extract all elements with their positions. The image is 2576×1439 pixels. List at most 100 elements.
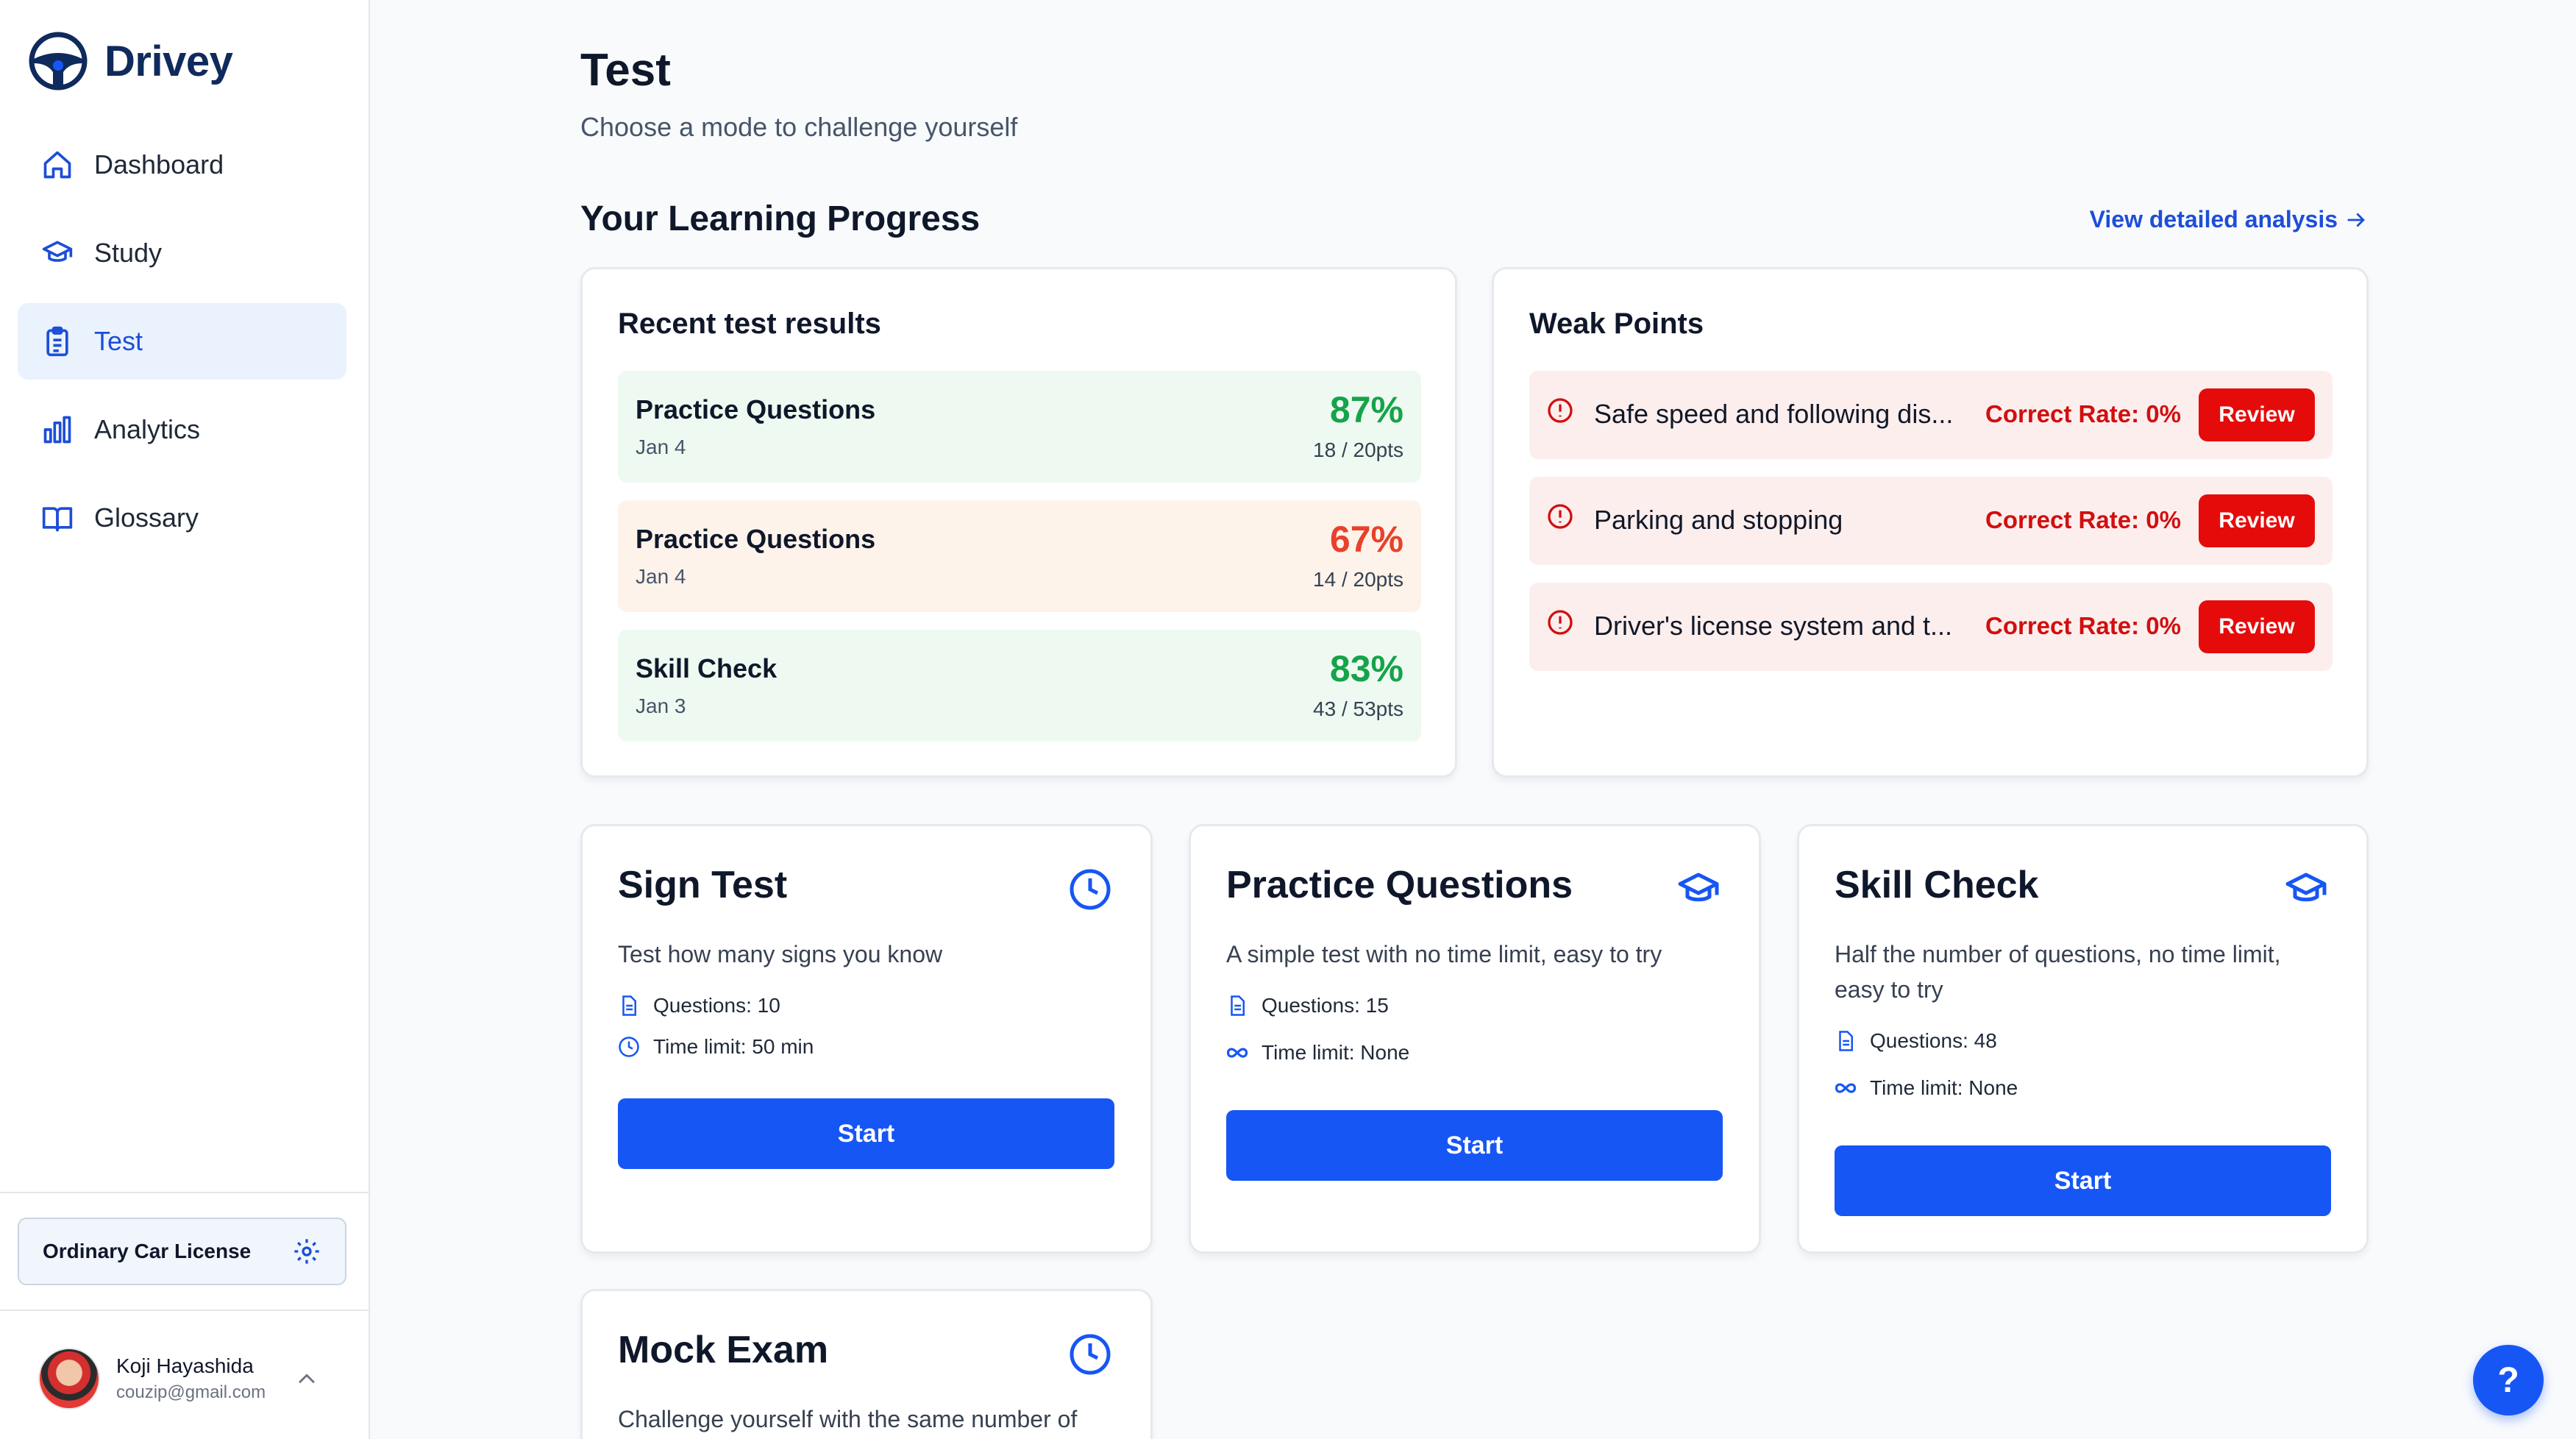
alert-circle-icon <box>1548 504 1573 529</box>
document-icon <box>1231 995 1245 1016</box>
user-name: Koji Hayashida <box>116 1354 254 1377</box>
questions-label: Questions: 48 <box>1870 1029 1997 1052</box>
bar-chart-icon <box>43 416 71 444</box>
practice-questions-card: Practice Questions A simple test with no… <box>1189 824 1761 1254</box>
review-button[interactable]: Review <box>2199 494 2315 547</box>
document-icon <box>622 995 636 1016</box>
sign-test-card: Sign Test Test how many signs you know Q… <box>580 824 1153 1254</box>
help-button[interactable]: ? <box>2473 1345 2544 1415</box>
start-button[interactable]: Start <box>1226 1110 1723 1181</box>
section-title-progress: Your Learning Progress <box>580 199 981 238</box>
result-date: Jan 4 <box>636 565 686 588</box>
mode-title: Sign Test <box>618 864 788 906</box>
result-percent: 83% <box>1329 648 1403 689</box>
result-name: Skill Check <box>636 653 778 683</box>
result-date: Jan 3 <box>636 694 686 717</box>
steering-wheel-logo-icon <box>29 32 88 90</box>
infinity-icon <box>1226 1048 1248 1058</box>
result-row[interactable]: Practice Questions Jan 4 67% 14 / 20pts <box>618 500 1421 612</box>
weak-point-topic: Driver's license system and t... <box>1594 611 1953 641</box>
questions-count: Questions: 10 <box>618 994 780 1017</box>
weak-points-card: Weak Points Safe speed and following dis… <box>1492 267 2369 778</box>
weak-point-rate: Correct Rate: 0% <box>1985 506 2181 533</box>
weak-point-row: Parking and stopping Correct Rate: 0% Re… <box>1529 477 2333 565</box>
result-points: 18 / 20pts <box>1313 438 1403 461</box>
questions-label: Questions: 15 <box>1262 994 1389 1017</box>
weak-point-row: Driver's license system and t... Correct… <box>1529 583 2333 671</box>
sidebar-item-label: Study <box>94 238 163 268</box>
mock-exam-card: Mock Exam Challenge yourself with the sa… <box>580 1289 1153 1439</box>
result-percent: 67% <box>1329 519 1403 560</box>
detail-link-label: View detailed analysis <box>2089 206 2338 232</box>
questions-count: Questions: 15 <box>1226 994 1389 1017</box>
weak-point-rate: Correct Rate: 0% <box>1985 612 2181 639</box>
sidebar-item-test[interactable]: Test <box>18 303 346 380</box>
sidebar-divider <box>0 1192 370 1193</box>
mode-title: Skill Check <box>1835 864 2039 906</box>
sidebar-nav: Dashboard Study Test Analytics Glossary <box>18 127 346 568</box>
sidebar-item-label: Glossary <box>94 502 199 533</box>
infinity-icon <box>1835 1083 1857 1093</box>
questions-count: Questions: 48 <box>1835 1029 1997 1053</box>
skill-check-card: Skill Check Half the number of questions… <box>1797 824 2369 1254</box>
alert-circle-icon <box>1548 610 1573 635</box>
weak-point-row: Safe speed and following dis... Correct … <box>1529 371 2333 459</box>
sidebar-item-label: Dashboard <box>94 149 224 180</box>
questions-label: Questions: 10 <box>653 994 780 1017</box>
sidebar-item-study[interactable]: Study <box>18 215 346 291</box>
sidebar-item-glossary[interactable]: Glossary <box>18 480 346 556</box>
time-limit: Time limit: None <box>1835 1076 2018 1100</box>
home-icon <box>43 151 71 179</box>
start-button[interactable]: Start <box>618 1098 1114 1169</box>
time-limit-label: Time limit: 50 min <box>653 1035 814 1058</box>
license-label: Ordinary Car License <box>43 1240 252 1262</box>
book-icon <box>42 507 73 532</box>
weak-point-rate: Correct Rate: 0% <box>1985 400 2181 427</box>
arrow-right-icon <box>2347 212 2365 227</box>
chevron-up-icon[interactable] <box>294 1367 319 1392</box>
alert-circle-icon <box>1548 398 1573 423</box>
license-selector[interactable]: Ordinary Car License <box>18 1218 346 1285</box>
weak-points-title: Weak Points <box>1529 308 1704 340</box>
graduation-cap-icon <box>42 241 73 262</box>
clock-icon <box>619 1037 639 1057</box>
review-button[interactable]: Review <box>2199 600 2315 653</box>
user-profile[interactable]: Koji Hayashida couzip@gmail.com <box>38 1348 266 1410</box>
gear-icon[interactable] <box>292 1237 321 1266</box>
view-detailed-analysis-link[interactable]: View detailed analysis <box>2090 206 2369 233</box>
sidebar-item-label: Analytics <box>94 414 201 444</box>
time-limit: Time limit: 50 min <box>618 1035 814 1059</box>
result-percent: 87% <box>1329 389 1403 430</box>
weak-point-topic: Parking and stopping <box>1594 505 1843 535</box>
time-limit: Time limit: None <box>1226 1041 1409 1065</box>
graduation-cap-icon <box>1678 873 1719 902</box>
clock-icon <box>1070 1334 1111 1375</box>
clipboard-icon <box>46 326 68 357</box>
mode-description: Test how many signs you know <box>618 941 943 967</box>
sidebar-item-dashboard[interactable]: Dashboard <box>18 127 346 203</box>
result-row[interactable]: Practice Questions Jan 4 87% 18 / 20pts <box>618 371 1421 483</box>
result-points: 43 / 53pts <box>1313 697 1403 720</box>
mode-description: A simple test with no time limit, easy t… <box>1226 941 1662 967</box>
review-button[interactable]: Review <box>2199 388 2315 441</box>
brand[interactable]: Drivey <box>28 31 233 91</box>
document-icon <box>1839 1031 1853 1051</box>
brand-name: Drivey <box>104 37 233 85</box>
mode-title: Practice Questions <box>1226 864 1573 906</box>
sidebar-item-label: Test <box>94 326 143 356</box>
recent-results-card: Recent test results Practice Questions J… <box>580 267 1457 778</box>
page-title: Test <box>580 45 671 96</box>
user-email: couzip@gmail.com <box>116 1382 266 1402</box>
result-row[interactable]: Skill Check Jan 3 83% 43 / 53pts <box>618 630 1421 742</box>
clock-icon <box>1070 869 1111 910</box>
result-name: Practice Questions <box>636 524 876 554</box>
result-date: Jan 4 <box>636 436 686 458</box>
time-limit-label: Time limit: None <box>1870 1076 2018 1099</box>
start-button[interactable]: Start <box>1835 1145 2331 1216</box>
graduation-cap-icon <box>2285 873 2327 902</box>
sidebar: Drivey Dashboard Study Test Analytics Gl… <box>0 0 370 1439</box>
user-info: Koji Hayashida couzip@gmail.com <box>116 1354 266 1403</box>
result-name: Practice Questions <box>636 394 876 424</box>
sidebar-item-analytics[interactable]: Analytics <box>18 391 346 468</box>
mode-description: Challenge yourself with the same number … <box>618 1406 1078 1432</box>
